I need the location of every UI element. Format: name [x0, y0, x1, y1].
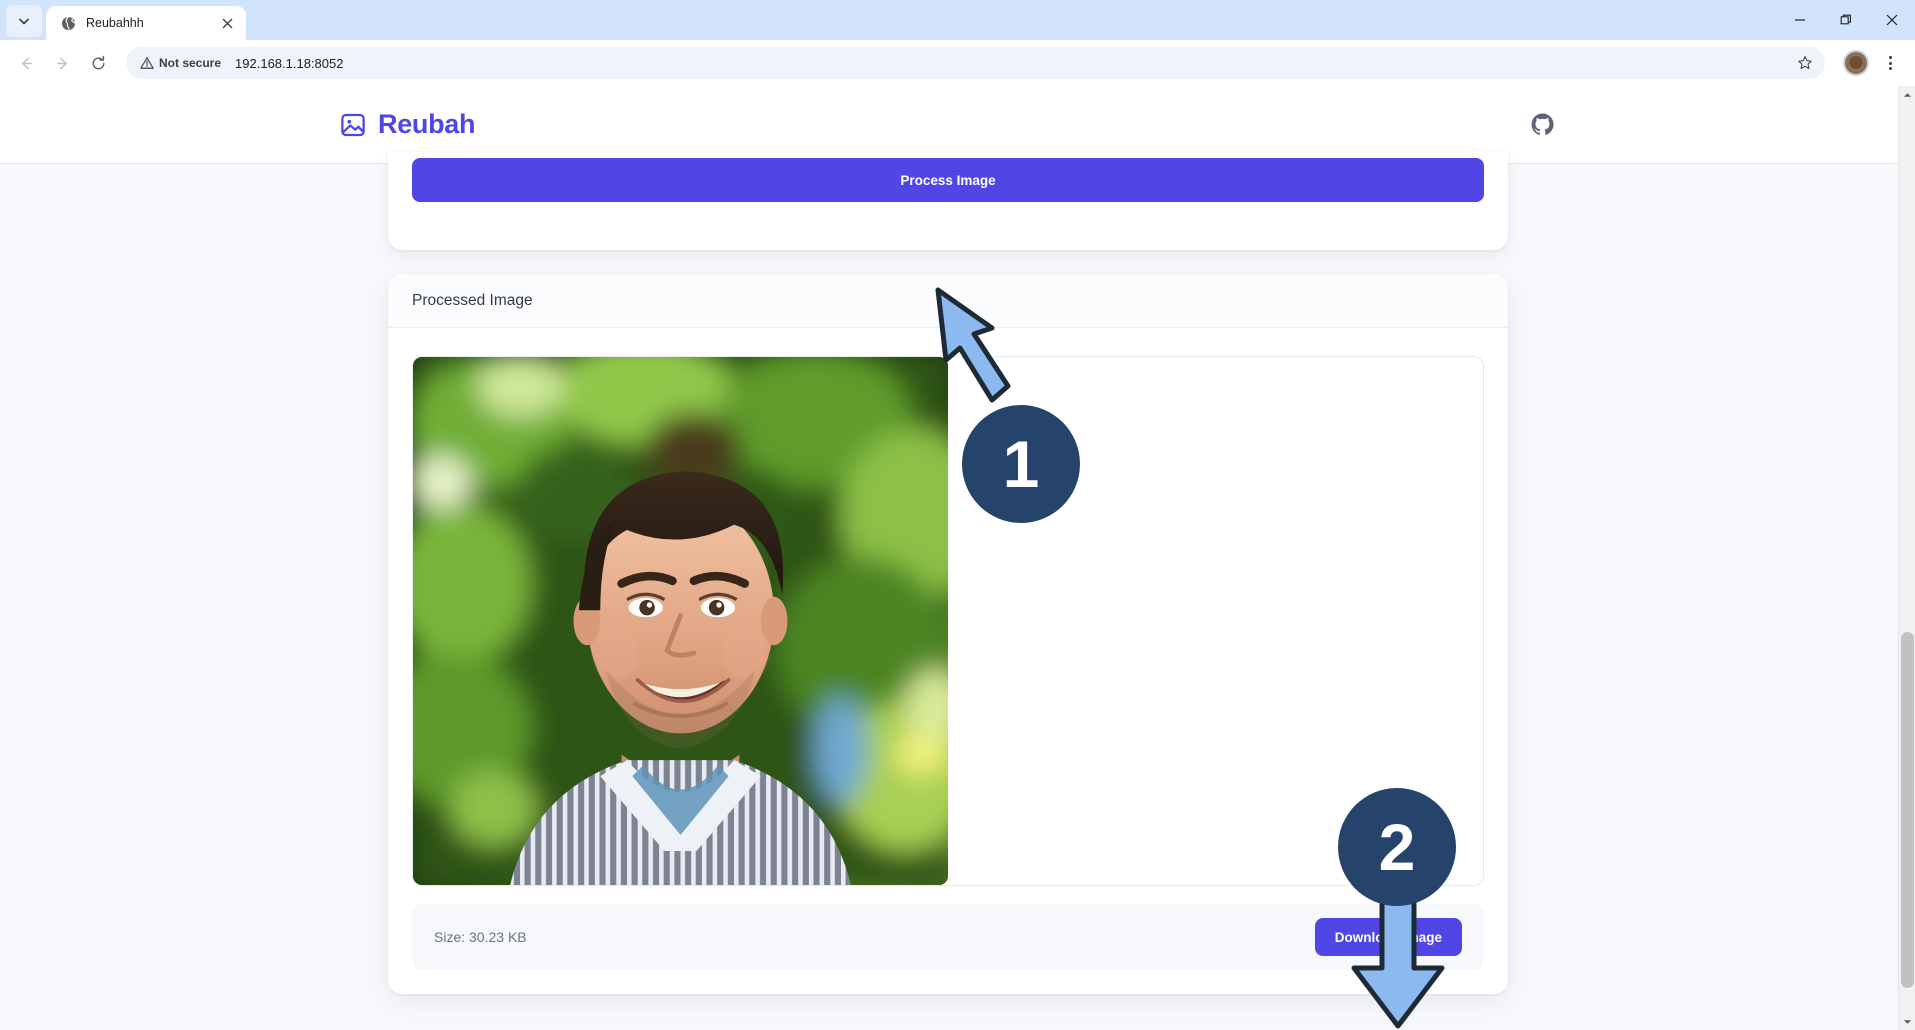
processed-image-header: Processed Image	[388, 274, 1508, 328]
star-icon[interactable]	[1797, 55, 1813, 71]
chevron-down-icon	[19, 18, 29, 25]
image-icon	[340, 112, 366, 138]
arrow-left-icon	[21, 57, 32, 69]
github-icon[interactable]	[1530, 112, 1556, 138]
address-bar[interactable]: Not secure 192.168.1.18:8052	[126, 47, 1825, 79]
browser-tab[interactable]: Reubahhh	[46, 6, 246, 40]
editor-card: Process Image	[388, 152, 1508, 250]
processed-image-title: Processed Image	[412, 291, 533, 309]
image-size-label: Size: 30.23 KB	[434, 929, 527, 945]
browser-window: Reubahhh Not secure 192.168.1.18:8052 Re…	[0, 0, 1915, 1030]
result-footer: Size: 30.23 KB Download Image	[412, 904, 1484, 970]
caret-up-icon[interactable]	[1899, 86, 1915, 103]
browser-toolbar: Not secure 192.168.1.18:8052	[0, 40, 1915, 86]
back-button[interactable]	[10, 47, 42, 79]
minimize-icon[interactable]	[1777, 0, 1823, 40]
page-scrollbar[interactable]	[1898, 86, 1915, 1030]
restore-icon[interactable]	[1823, 0, 1869, 40]
url-text: 192.168.1.18:8052	[235, 55, 344, 71]
close-icon[interactable]	[1869, 0, 1915, 40]
process-image-button[interactable]: Process Image	[412, 158, 1484, 202]
reload-icon	[92, 55, 104, 69]
globe-icon	[60, 15, 76, 31]
page-viewport: Reubah Process Image Processed Image Siz…	[0, 86, 1915, 1030]
caret-down-icon[interactable]	[1899, 1013, 1915, 1030]
processed-image-photo	[413, 357, 948, 885]
annotation-badge-1: 1	[962, 405, 1080, 523]
security-label: Not secure	[159, 56, 222, 70]
warning-triangle-icon	[140, 57, 154, 69]
processed-image-card: Processed Image Size: 30.23 KB Download …	[388, 274, 1508, 994]
security-status[interactable]: Not secure	[140, 56, 221, 70]
tab-search-button[interactable]	[6, 5, 42, 37]
tab-strip: Reubahhh	[0, 0, 1915, 40]
brand: Reubah	[340, 109, 476, 140]
main-content-area: Process Image Processed Image Size: 30.2…	[0, 152, 1898, 1030]
scrollbar-thumb[interactable]	[1901, 632, 1914, 988]
reload-button[interactable]	[82, 47, 114, 79]
avatar[interactable]	[1843, 50, 1869, 76]
annotation-badge-2: 2	[1338, 788, 1456, 906]
download-image-button[interactable]: Download Image	[1314, 918, 1462, 956]
forward-button[interactable]	[46, 47, 78, 79]
arrow-right-icon	[56, 57, 67, 69]
window-controls	[1777, 0, 1915, 40]
close-icon[interactable]	[218, 14, 236, 32]
image-preview-box	[412, 356, 1484, 886]
kebab-menu-icon[interactable]	[1875, 47, 1905, 79]
page-title: Reubah	[378, 109, 476, 139]
tab-title: Reubahhh	[86, 16, 144, 30]
